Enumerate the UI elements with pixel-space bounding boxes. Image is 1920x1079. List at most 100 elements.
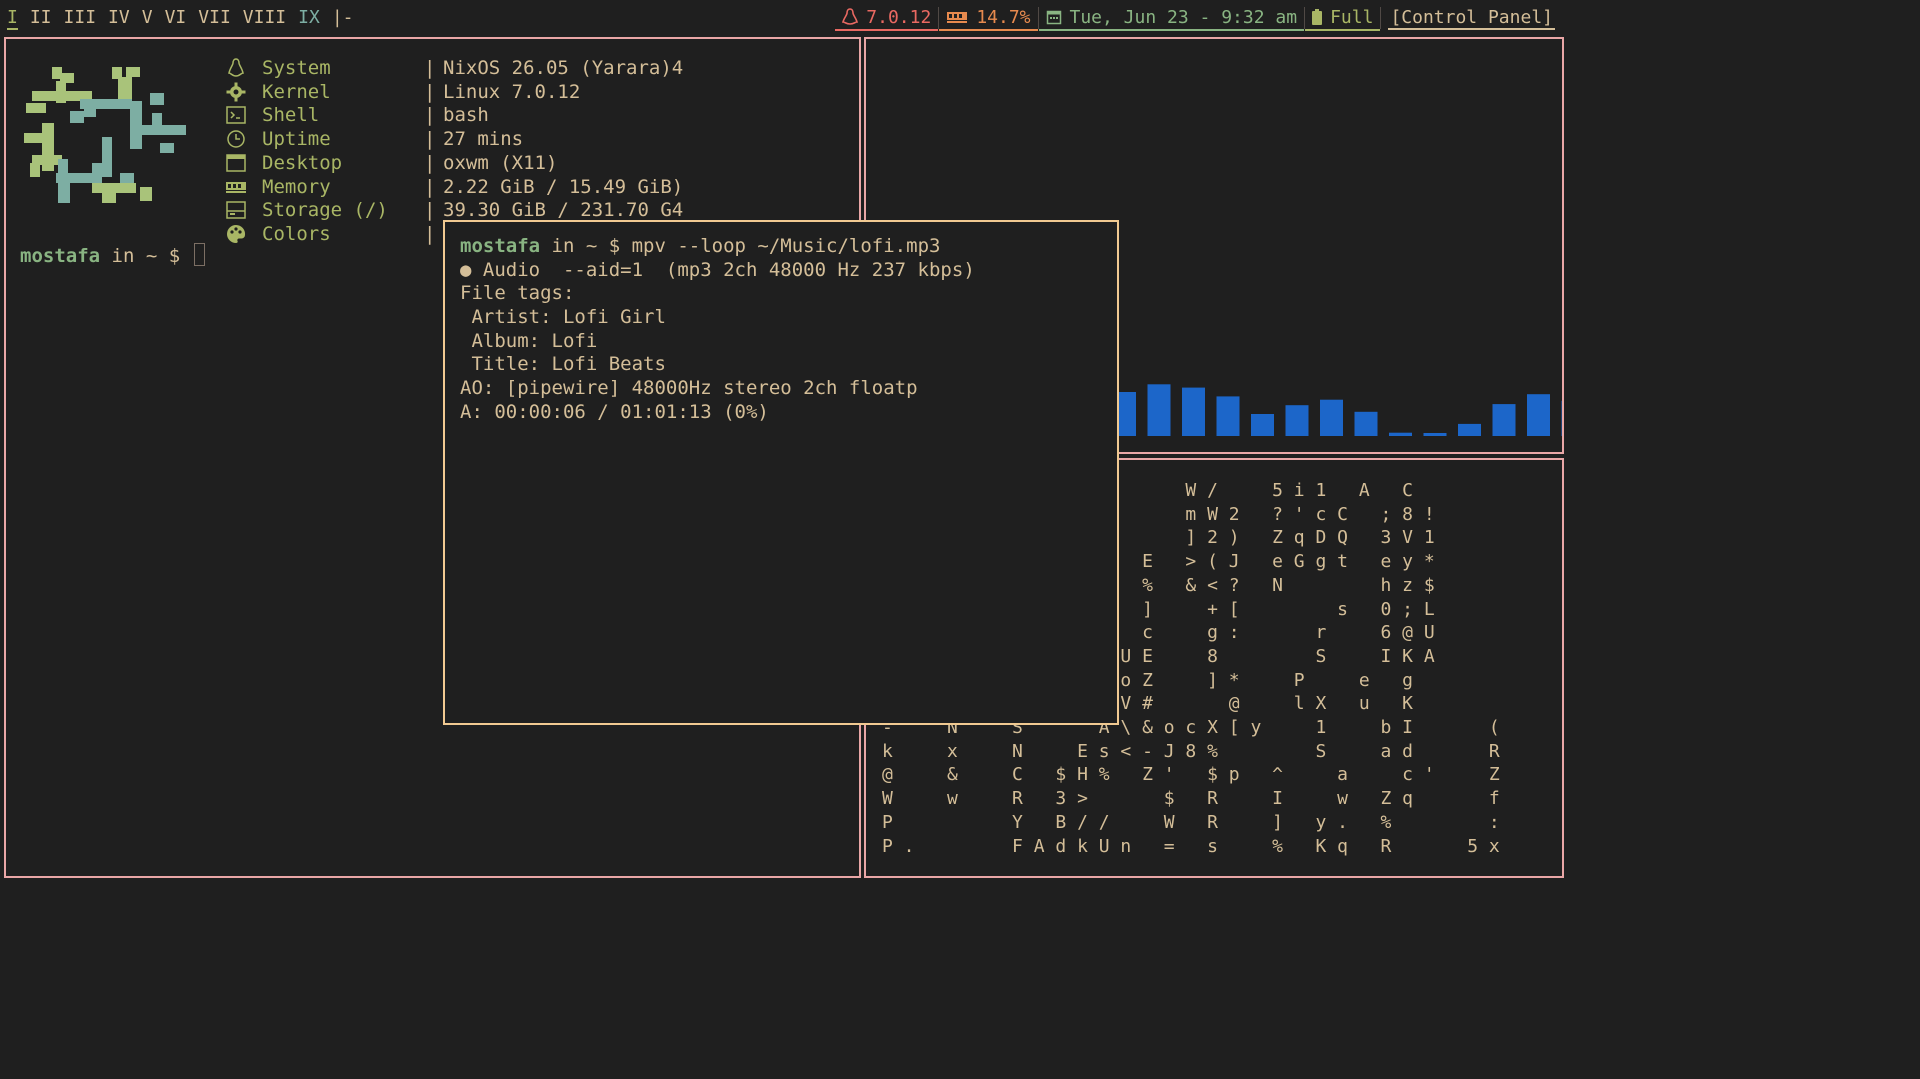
fetch-value: NixOS 26.05 (Yarara)4: [443, 57, 684, 79]
spectrum-bar: [1285, 405, 1309, 436]
battery-module[interactable]: Full: [1305, 5, 1381, 31]
fetch-value: 2.22 GiB / 15.49 GiB): [443, 175, 684, 198]
fetch-row-uptime: Uptime | 27 mins: [224, 127, 523, 151]
workspace-2[interactable]: II: [30, 7, 52, 30]
mpv-output-line: AO: [pipewire] 48000Hz stereo 2ch floatp: [460, 377, 918, 400]
fetch-row-kernel: Kernel | Linux 7.0.12: [224, 80, 580, 104]
matrix-row: @ & C $ H % Z ' $ p ^ a c ' Z: [882, 764, 1500, 786]
control-panel-button[interactable]: [Control Panel]: [1388, 7, 1555, 30]
command-line: mostafa in ~ $ mpv --loop ~/Music/lofi.m…: [460, 235, 975, 259]
fetch-label: Desktop: [262, 151, 343, 174]
spectrum-bar: [1251, 414, 1274, 436]
matrix-row: P . F A d k U n = s % K q R 5 x: [882, 835, 1500, 857]
desktop-window-icon: [224, 152, 248, 174]
fetch-row-memory: Memory | 2.22 GiB / 15.49 GiB): [224, 175, 683, 199]
battery-icon: [1312, 9, 1323, 25]
fetch-separator: |: [424, 104, 436, 127]
date-time: Tue, Jun 23 - 9:32 am: [1069, 6, 1298, 28]
mpv-output-line: Artist: Lofi Girl: [460, 306, 666, 329]
matrix-row: W w R 3 > $ R I w Z q f: [882, 788, 1500, 810]
text-cursor: [193, 243, 205, 266]
spectrum-bar: [1527, 394, 1550, 436]
linux-tux-icon: [224, 57, 248, 79]
prompt-user: mostafa: [460, 235, 541, 257]
fetch-row-shell: Shell | bash: [224, 103, 489, 127]
mpv-output-line: Album: Lofi: [460, 329, 598, 352]
terminal-window-mpv[interactable]: mostafa in ~ $ mpv --loop ~/Music/lofi.m…: [443, 220, 1119, 725]
prompt-path: in ~ $: [100, 245, 192, 267]
spectrum-bar: [1354, 411, 1378, 436]
fetch-separator: |: [424, 175, 436, 198]
status-modules: 7.0.12 14.7% Tue, Jun 23 - 9:32 am Full …: [835, 5, 1562, 31]
fetch-value: 39.30 GiB / 231.70 G4: [443, 199, 684, 222]
fetch-separator: |: [424, 57, 436, 79]
fetch-label: Uptime: [262, 128, 331, 151]
fetch-separator: |: [424, 128, 436, 151]
workspace-8[interactable]: VIII: [243, 7, 286, 30]
memory-chip-icon: [224, 176, 248, 198]
fetch-label: Storage (/): [262, 199, 388, 222]
calendar-icon: [1046, 10, 1061, 25]
workspace-1[interactable]: I: [7, 7, 18, 30]
clock-module[interactable]: Tue, Jun 23 - 9:32 am: [1038, 5, 1305, 31]
hard-drive-icon: [224, 199, 248, 221]
spectrum-bar: [1389, 432, 1412, 436]
workspace-list: I II III IV V VI VII VIII IX |-: [7, 7, 354, 30]
spectrum-bar: [1561, 400, 1562, 436]
status-bar: I II III IV V VI VII VIII IX |- 7.0.12 14.7% Tue,…: [0, 0, 1568, 36]
fetch-label: Shell: [262, 104, 320, 127]
mpv-output-line: Title: Lofi Beats: [460, 353, 666, 376]
spectrum-bar: [1458, 423, 1481, 436]
fetch-value: oxwm (X11): [443, 151, 558, 174]
spectrum-bar: [1182, 387, 1205, 436]
memory-chip-icon: [947, 12, 968, 23]
matrix-row: P Y B / / W R ] y . % :: [882, 811, 1500, 833]
fetch-label: System: [262, 57, 331, 79]
fetch-row-storage: Storage (/) | 39.30 GiB / 231.70 G4: [224, 198, 683, 222]
workspace-4[interactable]: IV: [108, 7, 130, 30]
mpv-output: mostafa in ~ $ mpv --loop ~/Music/lofi.m…: [460, 235, 975, 425]
memory-module[interactable]: 14.7%: [939, 5, 1038, 31]
fetch-row-system: System | NixOS 26.05 (Yarara)4: [224, 56, 683, 80]
kernel-version: 7.0.12: [866, 6, 932, 28]
fetch-separator: |: [424, 199, 436, 222]
fetch-label: Colors: [262, 222, 331, 245]
gear-icon: [224, 81, 248, 103]
linux-tux-icon: [842, 8, 859, 25]
fetch-row-colors: Colors |: [224, 222, 435, 246]
spectrum-bar: [1423, 433, 1447, 436]
mpv-output-line: File tags:: [460, 282, 575, 305]
kernel-module[interactable]: 7.0.12: [835, 5, 939, 31]
workspace-3[interactable]: III: [64, 7, 97, 30]
fetch-value: Linux 7.0.12: [443, 80, 581, 103]
matrix-row: k x N E s < - J 8 % S a d R: [882, 740, 1500, 762]
workspace-7[interactable]: VII: [198, 7, 231, 30]
memory-percent: 14.7%: [976, 6, 1031, 28]
fetch-label: Memory: [262, 175, 331, 198]
workspace-6[interactable]: VI: [165, 7, 187, 30]
fetch-label: Kernel: [262, 80, 331, 103]
prompt-user: mostafa: [20, 245, 101, 267]
fetch-separator: |: [424, 222, 436, 245]
fetch-value: bash: [443, 104, 489, 127]
clock-icon: [224, 128, 248, 150]
terminal-icon: [224, 104, 248, 126]
workspace-10[interactable]: |-: [332, 7, 354, 30]
command-text: in ~ $ mpv --loop ~/Music/lofi.mp3: [540, 235, 941, 257]
mpv-output-line: A: 00:00:06 / 01:01:13 (0%): [460, 400, 769, 423]
palette-icon: [224, 223, 248, 245]
shell-prompt[interactable]: mostafa in ~ $: [20, 243, 205, 267]
fetch-separator: |: [424, 80, 436, 103]
nixos-logo: [24, 67, 186, 203]
fetch-value: 27 mins: [443, 128, 524, 151]
control-panel-module[interactable]: [Control Panel]: [1381, 6, 1562, 30]
workspace-5[interactable]: V: [142, 7, 153, 30]
workspace-9[interactable]: IX: [298, 7, 320, 30]
spectrum-bar: [1320, 399, 1343, 436]
spectrum-bar: [1147, 384, 1171, 436]
mpv-output-line: ● Audio --aid=1 (mp3 2ch 48000 Hz 237 kb…: [460, 258, 975, 281]
fetch-row-desktop: Desktop | oxwm (X11): [224, 151, 557, 175]
spectrum-bar: [1492, 404, 1516, 436]
spectrum-bar: [1216, 396, 1240, 436]
fetch-separator: |: [424, 151, 436, 174]
